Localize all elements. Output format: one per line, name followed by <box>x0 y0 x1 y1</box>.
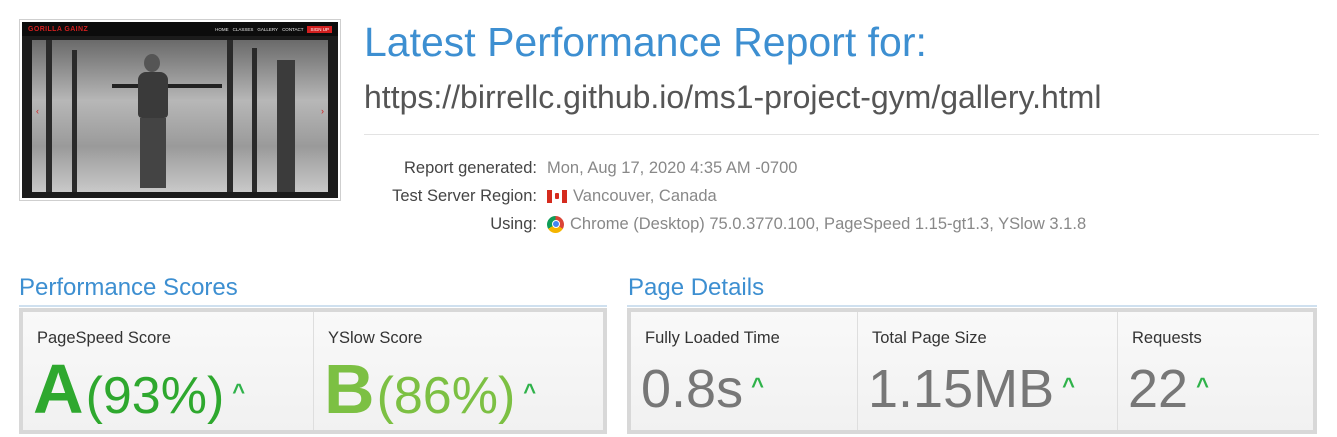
trend-up-icon: ^ <box>1062 373 1075 398</box>
trend-up-icon: ^ <box>523 379 537 404</box>
fully-loaded-time-label: Fully Loaded Time <box>645 329 780 347</box>
trend-up-icon: ^ <box>751 373 764 398</box>
thumbnail-signup: SIGN UP <box>307 25 332 33</box>
yslow-percent: (86%) <box>376 367 516 425</box>
requests-card: Requests 22 ^ <box>1118 312 1313 430</box>
pagespeed-score-value: A (93%) ^ <box>33 354 245 424</box>
thumbnail-navbar: GORILLA GAINZ HOME CLASSES GALLERY CONTA… <box>22 22 338 36</box>
meta-region-label: Test Server Region: <box>392 186 537 205</box>
fully-loaded-time-value: 0.8s <box>641 359 744 419</box>
performance-scores-underline <box>19 305 607 307</box>
fully-loaded-time-value-row: 0.8s ^ <box>641 362 764 416</box>
thumbnail-nav-home: HOME <box>215 26 229 32</box>
canada-flag-icon <box>547 189 567 203</box>
meta-test-server-region: Test Server Region: Vancouver, Canada <box>364 185 717 207</box>
yslow-grade: B <box>324 350 375 428</box>
thumbnail-nav-classes: CLASSES <box>232 26 254 32</box>
report-url[interactable]: https://birrellc.github.io/ms1-project-g… <box>364 81 1101 113</box>
thumbnail-nav-links: HOME CLASSES GALLERY CONTACT SIGN UP <box>215 25 332 33</box>
header-divider <box>364 134 1319 135</box>
pagespeed-grade: A <box>33 350 84 428</box>
trend-up-icon: ^ <box>1196 373 1209 398</box>
meta-using: Using: Chrome (Desktop) 75.0.3770.100, P… <box>364 213 1086 235</box>
page-details-underline <box>627 305 1317 307</box>
fully-loaded-time-card: Fully Loaded Time 0.8s ^ <box>631 312 858 430</box>
requests-value-row: 22 ^ <box>1128 362 1209 416</box>
thumbnail-frame: GORILLA GAINZ HOME CLASSES GALLERY CONTA… <box>22 22 338 198</box>
meta-report-generated: Report generated: Mon, Aug 17, 2020 4:35… <box>364 157 797 179</box>
chrome-icon <box>547 215 564 233</box>
thumbnail-prev-arrow-icon: ‹ <box>36 106 39 116</box>
report-title: Latest Performance Report for: <box>364 19 927 65</box>
pagespeed-score-label: PageSpeed Score <box>37 329 171 347</box>
performance-scores-panel: PageSpeed Score A (93%) ^ YSlow Score B … <box>19 308 607 434</box>
meta-region-value: Vancouver, Canada <box>547 187 717 206</box>
total-page-size-value-row: 1.15MB ^ <box>868 362 1075 416</box>
pagespeed-percent: (93%) <box>85 367 225 425</box>
pagespeed-score-card: PageSpeed Score A (93%) ^ <box>23 312 314 430</box>
meta-using-label: Using: <box>490 214 537 233</box>
yslow-score-label: YSlow Score <box>328 329 423 347</box>
thumbnail-gym-photo <box>32 40 328 192</box>
page-details-heading: Page Details <box>628 274 765 301</box>
thumbnail-next-arrow-icon: › <box>321 106 324 116</box>
trend-up-icon: ^ <box>232 379 246 404</box>
total-page-size-value: 1.15MB <box>868 359 1055 419</box>
site-screenshot-thumbnail[interactable]: GORILLA GAINZ HOME CLASSES GALLERY CONTA… <box>19 19 341 201</box>
meta-generated-label: Report generated: <box>403 158 537 177</box>
yslow-score-card: YSlow Score B (86%) ^ <box>314 312 603 430</box>
requests-label: Requests <box>1132 329 1202 347</box>
requests-value: 22 <box>1128 359 1189 419</box>
thumbnail-nav-contact: CONTACT <box>282 26 304 32</box>
page-details-panel: Fully Loaded Time 0.8s ^ Total Page Size… <box>627 308 1317 434</box>
performance-scores-heading: Performance Scores <box>19 274 238 301</box>
thumbnail-nav-gallery: GALLERY <box>257 26 279 32</box>
total-page-size-card: Total Page Size 1.15MB ^ <box>858 312 1118 430</box>
meta-using-value: Chrome (Desktop) 75.0.3770.100, PageSpee… <box>547 215 1086 234</box>
yslow-score-value: B (86%) ^ <box>324 354 536 424</box>
meta-generated-value: Mon, Aug 17, 2020 4:35 AM -0700 <box>547 158 798 177</box>
total-page-size-label: Total Page Size <box>872 329 987 347</box>
thumbnail-logo: GORILLA GAINZ <box>28 25 89 33</box>
